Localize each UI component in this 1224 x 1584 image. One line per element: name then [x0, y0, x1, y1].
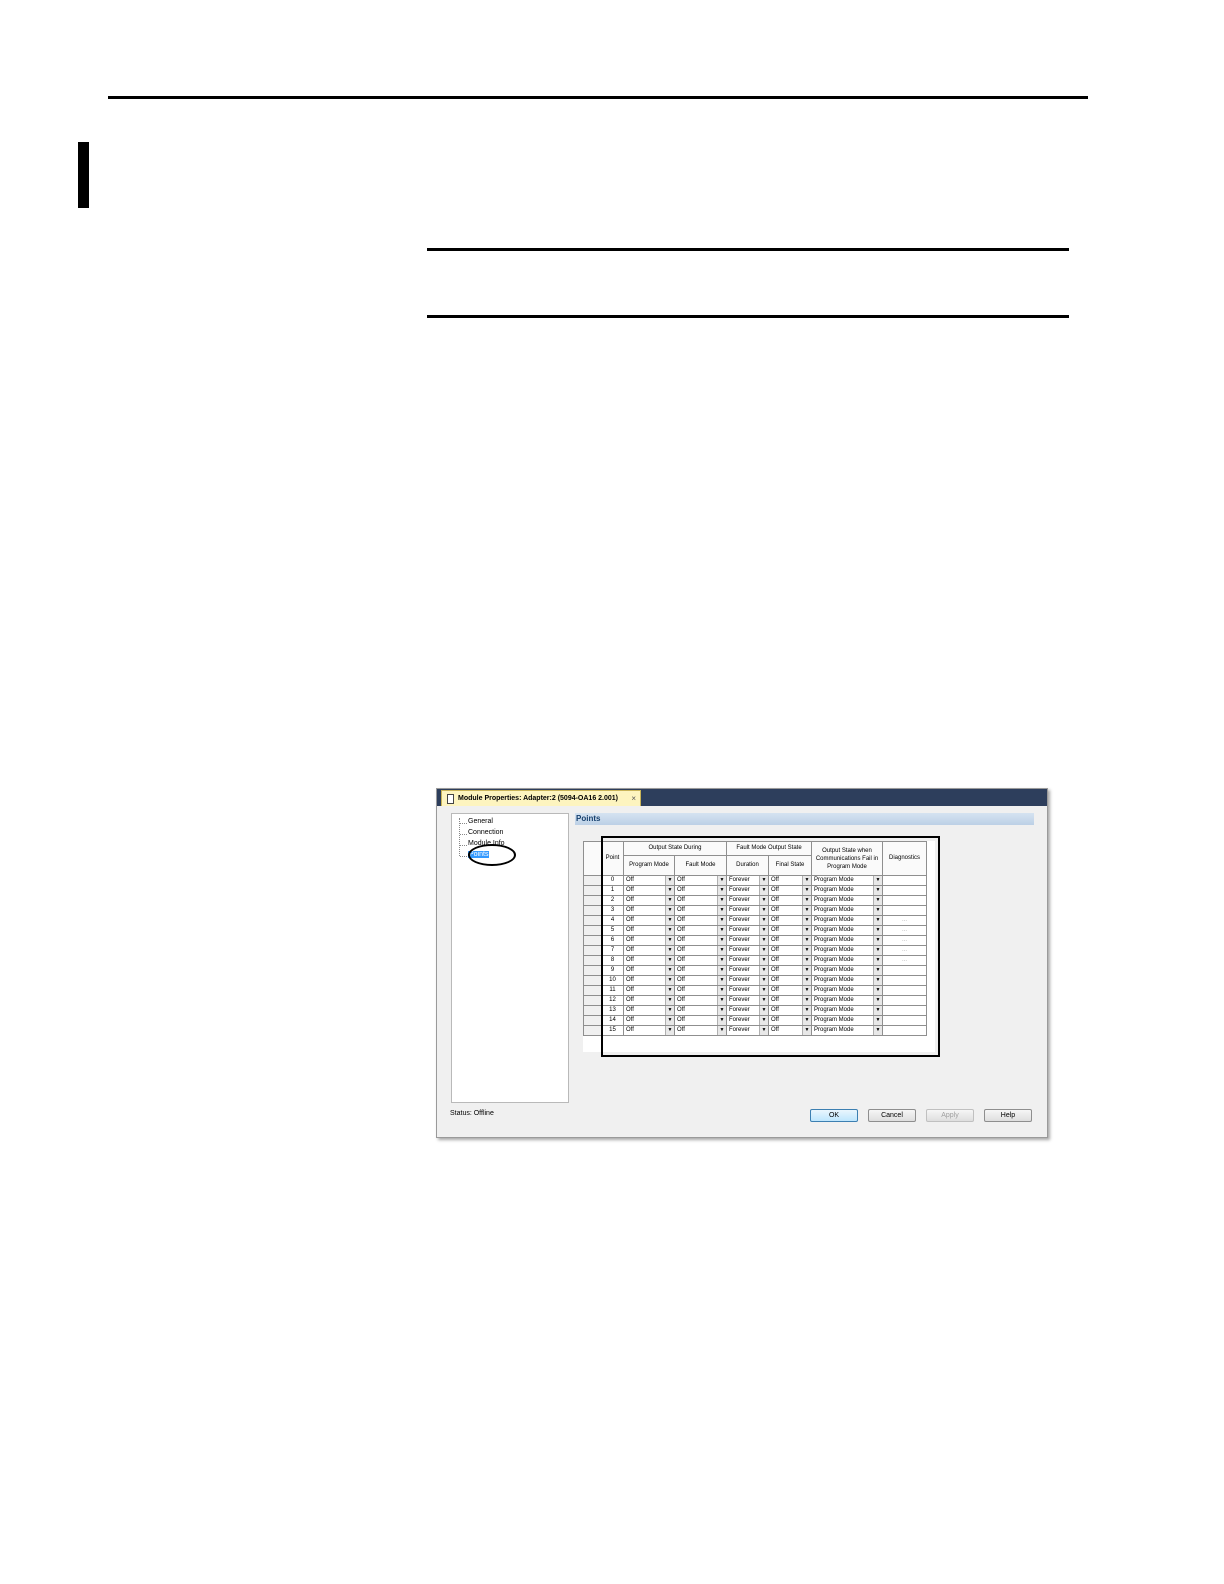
tab-title: Module Properties: Adapter:2 (5094-OA16 …: [458, 795, 619, 802]
row-selector[interactable]: [583, 975, 602, 986]
help-button[interactable]: Help: [984, 1109, 1032, 1122]
row-selector[interactable]: [583, 1025, 602, 1036]
row-selector[interactable]: [583, 925, 602, 936]
tab-module-properties[interactable]: Module Properties: Adapter:2 (5094-OA16 …: [441, 790, 641, 806]
note-rule-top: [427, 248, 1069, 251]
row-selector[interactable]: [583, 895, 602, 906]
row-selector[interactable]: [583, 915, 602, 926]
status-text: Status: Offline: [450, 1110, 494, 1117]
module-icon: [447, 794, 454, 804]
row-selector[interactable]: [583, 955, 602, 966]
tree-branch: [460, 834, 467, 835]
row-selector[interactable]: [583, 875, 602, 886]
header-rule: [108, 96, 1088, 99]
tree-branch: [460, 845, 467, 846]
row-selector[interactable]: [583, 885, 602, 896]
tree-item-connection[interactable]: Connection: [468, 828, 503, 838]
module-properties-dialog: Module Properties: Adapter:2 (5094-OA16 …: [436, 788, 1048, 1138]
category-tree: General Connection Module Info Points: [451, 813, 569, 1103]
tab-strip: Module Properties: Adapter:2 (5094-OA16 …: [437, 789, 1047, 806]
row-selector[interactable]: [583, 905, 602, 916]
row-selector[interactable]: [583, 1015, 602, 1026]
row-selector[interactable]: [583, 945, 602, 956]
row-selector[interactable]: [583, 985, 602, 996]
row-header-corner: [583, 841, 602, 876]
close-icon[interactable]: ×: [631, 791, 636, 806]
row-selector[interactable]: [583, 935, 602, 946]
note-rule-bottom: [427, 315, 1069, 318]
tree-branch: [460, 856, 467, 857]
row-selector[interactable]: [583, 965, 602, 976]
callout-circle: [468, 844, 516, 866]
callout-box: [601, 836, 940, 1057]
points-section-title: Points: [575, 813, 1034, 825]
apply-button[interactable]: Apply: [926, 1109, 974, 1122]
ok-button[interactable]: OK: [810, 1109, 858, 1122]
cancel-button[interactable]: Cancel: [868, 1109, 916, 1122]
row-selector[interactable]: [583, 995, 602, 1006]
tree-branch: [460, 823, 467, 824]
chapter-marker-bar: [78, 142, 89, 208]
row-selector[interactable]: [583, 1005, 602, 1016]
tree-item-general[interactable]: General: [468, 817, 493, 827]
